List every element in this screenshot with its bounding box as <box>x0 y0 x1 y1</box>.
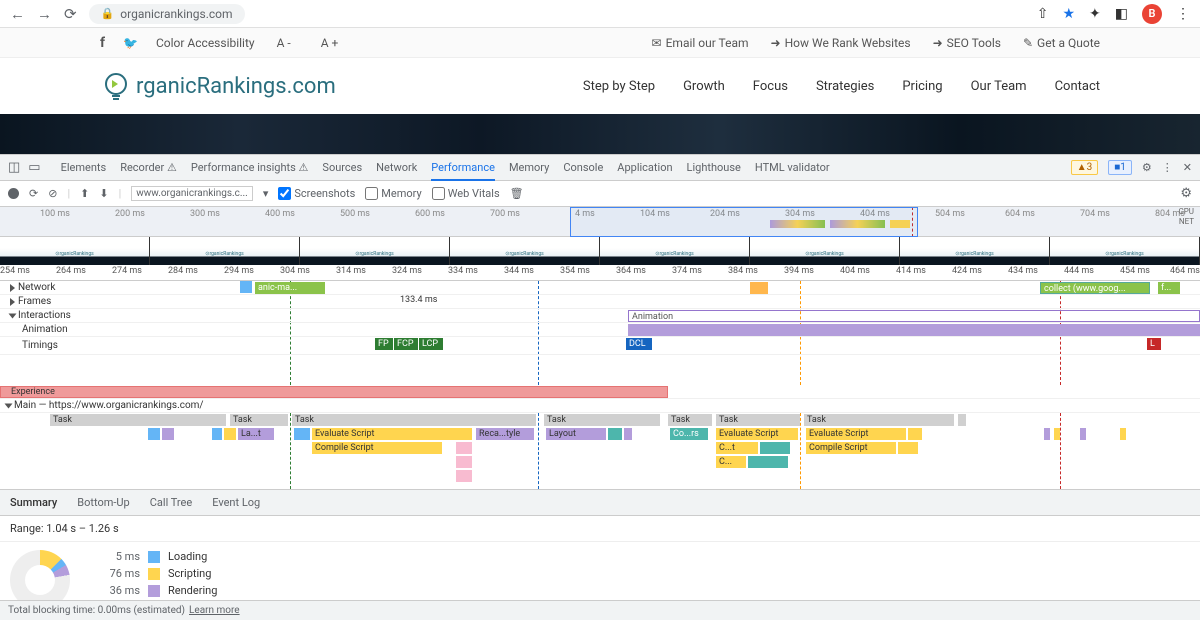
tab-performance[interactable]: Performance <box>431 156 495 181</box>
nav-growth[interactable]: Growth <box>683 79 725 94</box>
scripting-swatch <box>148 568 160 580</box>
nav-strategies[interactable]: Strategies <box>816 79 874 94</box>
record-button[interactable] <box>8 188 19 199</box>
seo-tools-link[interactable]: ➜ SEO Tools <box>933 36 1001 50</box>
tab-html-validator[interactable]: HTML validator <box>755 156 830 179</box>
web-vitals-checkbox[interactable]: Web Vitals <box>432 187 500 200</box>
blocking-time-footer: Total blocking time: 0.00ms (estimated) … <box>0 600 1200 620</box>
font-decrease-button[interactable]: A - <box>269 34 299 52</box>
flame-chart[interactable]: Task Task Task Task Task Task Task La...… <box>0 413 1200 489</box>
experience-track[interactable]: Experience <box>0 385 1200 399</box>
screenshots-checkbox[interactable]: Screenshots <box>278 187 355 200</box>
animation-track[interactable]: Animation <box>0 323 1200 337</box>
interactions-track[interactable]: Interactions Animation <box>0 309 1200 323</box>
forward-icon[interactable]: → <box>37 5 52 23</box>
tab-sources[interactable]: Sources <box>322 156 362 179</box>
devtools-menu-icon[interactable]: ⋮ <box>1162 161 1173 174</box>
font-increase-button[interactable]: A + <box>313 34 347 52</box>
tab-lighthouse[interactable]: Lighthouse <box>687 156 741 179</box>
issues-badge[interactable]: ■1 <box>1108 160 1132 175</box>
nav-contact[interactable]: Contact <box>1055 79 1100 94</box>
tab-recorder[interactable]: Recorder ⚠ <box>120 156 177 179</box>
share-icon[interactable]: ⇧ <box>1037 6 1049 22</box>
main-thread-section: Main — https://www.organicrankings.com/ … <box>0 399 1200 490</box>
call-tree-tab[interactable]: Call Tree <box>150 496 192 509</box>
save-profile-icon[interactable]: ⬇ <box>99 187 108 200</box>
tab-memory[interactable]: Memory <box>509 156 549 179</box>
get-quote-link[interactable]: ✎ Get a Quote <box>1023 36 1100 50</box>
hero-background <box>0 114 1200 154</box>
inspect-icon[interactable]: ◫ <box>8 160 20 175</box>
capture-settings-icon[interactable]: ⚙ <box>1180 186 1192 201</box>
main-thread-header[interactable]: Main — https://www.organicrankings.com/ <box>0 399 1200 413</box>
profile-avatar[interactable]: B <box>1142 4 1162 24</box>
chrome-menu-icon[interactable]: ⋮ <box>1176 6 1190 22</box>
recording-select[interactable]: www.organicrankings.c... <box>131 186 253 201</box>
loading-swatch <box>148 551 160 563</box>
address-bar[interactable]: 🔒 organicrankings.com <box>89 4 245 24</box>
warnings-badge[interactable]: ▲3 <box>1071 160 1099 175</box>
close-devtools-icon[interactable]: ✕ <box>1183 161 1192 174</box>
screenshot-thumbnails[interactable]: ⊙rganicRankings ⊙rganicRankings ⊙rganicR… <box>0 237 1200 265</box>
logo-text: rganicRankings.com <box>136 74 336 99</box>
panel-icon[interactable]: ◧ <box>1115 6 1128 22</box>
nav-pricing[interactable]: Pricing <box>902 79 942 94</box>
expand-icon[interactable] <box>10 298 15 306</box>
overview-timeline[interactable]: 100 ms 200 ms 300 ms 400 ms 500 ms 600 m… <box>0 207 1200 237</box>
url-text: organicrankings.com <box>120 7 232 21</box>
network-track[interactable]: Network anic-ma... collect (www.goog... … <box>0 281 1200 295</box>
nav-our-team[interactable]: Our Team <box>971 79 1027 94</box>
tab-application[interactable]: Application <box>617 156 672 179</box>
tab-network[interactable]: Network <box>376 156 417 179</box>
how-we-rank-link[interactable]: ➜ How We Rank Websites <box>771 36 911 50</box>
email-team-link[interactable]: ✉ Email our Team <box>652 36 749 50</box>
trash-icon[interactable]: 🗑 <box>510 187 524 200</box>
reload-record-icon[interactable]: ⟳ <box>29 187 38 200</box>
nav-focus[interactable]: Focus <box>753 79 788 94</box>
nav-step-by-step[interactable]: Step by Step <box>583 79 655 94</box>
collapse-icon[interactable] <box>5 403 13 408</box>
frames-track[interactable]: Frames 133.4 ms <box>0 295 1200 309</box>
bookmark-star-icon[interactable]: ★ <box>1062 6 1075 22</box>
main-nav: Step by Step Growth Focus Strategies Pri… <box>583 79 1100 94</box>
twitter-icon[interactable]: 🐦 <box>123 36 138 50</box>
extensions-icon[interactable]: ✦ <box>1089 6 1101 22</box>
facebook-icon[interactable]: f <box>100 35 105 51</box>
back-icon[interactable]: ← <box>10 5 25 23</box>
devtools-panel: ◫ ▭ Elements Recorder ⚠ Performance insi… <box>0 154 1200 620</box>
tab-elements[interactable]: Elements <box>61 156 107 179</box>
event-log-tab[interactable]: Event Log <box>212 496 260 509</box>
memory-checkbox[interactable]: Memory <box>365 187 421 200</box>
learn-more-link[interactable]: Learn more <box>189 605 240 616</box>
summary-tab[interactable]: Summary <box>10 496 57 509</box>
tab-performance-insights[interactable]: Performance insights ⚠ <box>191 156 309 179</box>
expand-icon[interactable] <box>10 284 15 292</box>
clear-icon[interactable]: ⊘ <box>48 187 57 200</box>
reload-icon[interactable]: ⟳ <box>64 5 77 23</box>
range-text: Range: 1.04 s – 1.26 s <box>0 516 1200 542</box>
device-toggle-icon[interactable]: ▭ <box>28 160 40 175</box>
tab-console[interactable]: Console <box>563 156 603 179</box>
bottom-up-tab[interactable]: Bottom-Up <box>77 496 130 509</box>
collapse-icon[interactable] <box>9 313 17 318</box>
color-accessibility-link[interactable]: Color Accessibility <box>156 36 255 50</box>
logo-bulb-icon <box>100 70 132 102</box>
load-profile-icon[interactable]: ⬆ <box>80 187 89 200</box>
rendering-swatch <box>148 585 160 597</box>
timings-track[interactable]: Timings FP FCP LCP DCL L <box>0 337 1200 355</box>
lock-icon: 🔒 <box>101 7 115 20</box>
site-logo[interactable]: rganicRankings.com <box>100 70 336 102</box>
settings-gear-icon[interactable]: ⚙ <box>1142 161 1152 174</box>
detail-ruler[interactable]: 254 ms 264 ms 274 ms 284 ms 294 ms 304 m… <box>0 265 1200 281</box>
